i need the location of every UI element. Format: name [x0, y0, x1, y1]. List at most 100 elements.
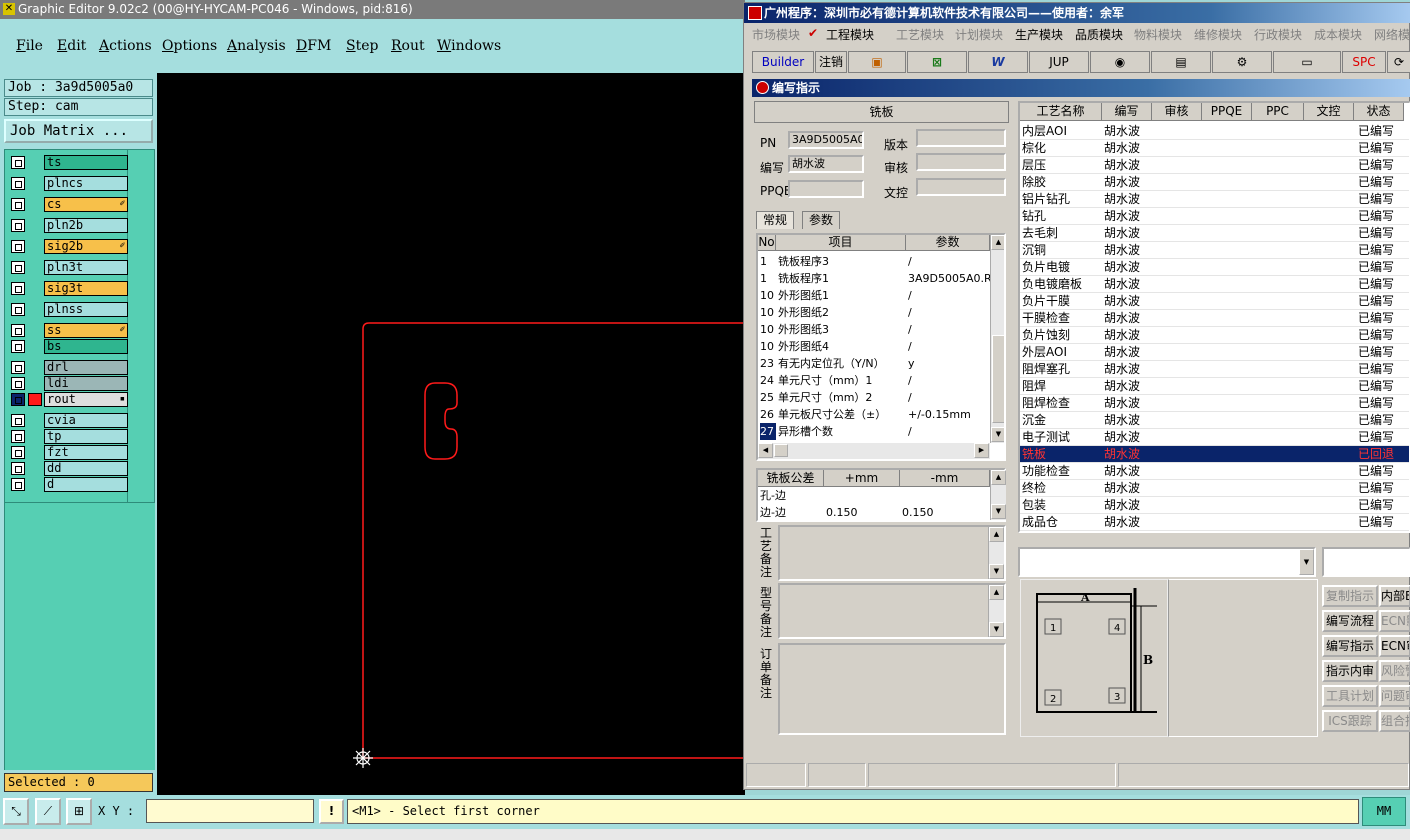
layer-checkbox[interactable] [11, 446, 25, 459]
layer-row-ss[interactable]: ss ✐ [9, 323, 128, 338]
process-row[interactable]: 包装 胡水波 已编写 [1020, 497, 1409, 514]
scroll-down-icon[interactable]: ▼ [991, 427, 1004, 442]
model-note-vscroll[interactable]: ▲ ▼ [988, 585, 1004, 637]
layer-row-pln2b[interactable]: pln2b [9, 218, 128, 233]
layer-checkbox[interactable] [11, 240, 25, 253]
layer-name[interactable]: tp [44, 429, 128, 444]
menu-edit[interactable]: Edit [57, 38, 86, 54]
layer-checkbox[interactable] [11, 377, 25, 390]
computer-button[interactable]: ▭ [1273, 51, 1341, 73]
scroll-left-icon[interactable]: ◀ [758, 443, 773, 458]
layer-name[interactable]: plncs [44, 176, 128, 191]
spc-button[interactable]: SPC [1342, 51, 1386, 73]
layer-checkbox[interactable] [11, 361, 25, 374]
layer-name[interactable]: pln2b [44, 218, 128, 233]
module-cost[interactable]: 成本模块 [1314, 26, 1362, 43]
params-row[interactable]: 10 外形图纸2 / [758, 304, 990, 321]
process-row[interactable]: 负电镀磨板 胡水波 已编写 [1020, 276, 1409, 293]
layer-name[interactable]: dd [44, 461, 128, 476]
right-combo[interactable] [1322, 547, 1410, 577]
process-row[interactable]: 层压 胡水波 已编写 [1020, 157, 1409, 174]
process-row[interactable]: 阻焊 胡水波 已编写 [1020, 378, 1409, 395]
process-row[interactable]: 负片电镀 胡水波 已编写 [1020, 259, 1409, 276]
params-row[interactable]: 24 单元尺寸（mm）1 / [758, 372, 990, 389]
params-row[interactable]: 10 外形图纸4 / [758, 338, 990, 355]
layer-name[interactable]: plnss [44, 302, 128, 317]
layer-name[interactable]: rout ▪ [44, 392, 128, 407]
params-row[interactable]: 26 单元板尺寸公差（±） +/-0.15mm [758, 406, 990, 423]
layer-name[interactable]: cs ✐ [44, 197, 128, 212]
action-button-right-2[interactable]: ECN审 [1379, 635, 1410, 657]
module-admin[interactable]: 行政模块 [1254, 26, 1302, 43]
builder-button[interactable]: Builder [752, 51, 814, 73]
layer-name[interactable]: ldi [44, 376, 128, 391]
process-row[interactable]: 外层AOI 胡水波 已编写 [1020, 344, 1409, 361]
warning-button[interactable]: ! [319, 799, 344, 824]
order-note-box[interactable] [778, 643, 1006, 735]
layer-checkbox[interactable] [11, 261, 25, 274]
layer-row-dd[interactable]: dd [9, 461, 128, 476]
model-note-scroll-down-icon[interactable]: ▼ [989, 622, 1004, 637]
params-vscroll-thumb[interactable] [992, 335, 1004, 423]
layer-checkbox[interactable] [11, 303, 25, 316]
reviewer-field[interactable] [916, 153, 1006, 171]
params-row[interactable]: 1 铣板程序1 3A9D5005A0.ROU [758, 270, 990, 287]
menu-options[interactable]: Options [162, 38, 217, 54]
layer-name[interactable]: ts [44, 155, 128, 170]
layer-name[interactable]: ss ✐ [44, 323, 128, 338]
process-note-scroll-up-icon[interactable]: ▲ [989, 527, 1004, 542]
params-row[interactable]: 25 单元尺寸（mm）2 / [758, 389, 990, 406]
layer-name[interactable]: pln3t [44, 260, 128, 275]
unit-toggle[interactable]: MM [1362, 797, 1406, 826]
jup-button[interactable]: JUP [1029, 51, 1089, 73]
docctrl-field[interactable] [916, 178, 1006, 196]
layer-row-ldi[interactable]: ldi [9, 376, 128, 391]
view-button[interactable]: ◉ [1090, 51, 1150, 73]
menu-rout[interactable]: Rout [391, 38, 425, 54]
process-row[interactable]: 负片蚀刻 胡水波 已编写 [1020, 327, 1409, 344]
chevron-down-icon[interactable]: ▼ [1299, 549, 1314, 575]
tol-vscroll[interactable]: ▲ ▼ [990, 470, 1006, 520]
params-row[interactable]: 27 异形槽个数 / [758, 423, 990, 440]
action-button-left-2[interactable]: 编写指示 [1322, 635, 1378, 657]
action-button-left-1[interactable]: 编写流程 [1322, 610, 1378, 632]
params-row[interactable]: 1 铣板程序3 / [758, 253, 990, 270]
ppqe-field[interactable] [788, 180, 864, 198]
layer-color-swatch[interactable] [28, 393, 42, 406]
tol-scroll-up-icon[interactable]: ▲ [991, 470, 1006, 485]
model-note-box[interactable]: ▲ ▼ [778, 583, 1006, 639]
scroll-right-icon[interactable]: ▶ [974, 443, 989, 458]
layer-name[interactable]: sig2b ✐ [44, 239, 128, 254]
layer-row-pln3t[interactable]: pln3t [9, 260, 128, 275]
menu-actions[interactable]: Actions [99, 38, 152, 54]
layer-name[interactable]: fzt [44, 445, 128, 460]
process-row[interactable]: 棕化 胡水波 已编写 [1020, 140, 1409, 157]
tab-params[interactable]: 参数 [802, 211, 841, 229]
layer-row-sig3t[interactable]: sig3t [9, 281, 128, 296]
process-row[interactable]: 阻焊塞孔 胡水波 已编写 [1020, 361, 1409, 378]
layer-checkbox[interactable] [11, 282, 25, 295]
action-button-right-1[interactable]: ECN影 [1379, 610, 1410, 632]
action-button-left-4[interactable]: 工具计划 [1322, 685, 1378, 707]
action-button-left-3[interactable]: 指示内审 [1322, 660, 1378, 682]
process-row[interactable]: 沉金 胡水波 已编写 [1020, 412, 1409, 429]
action-button-left-5[interactable]: ICS跟踪 [1322, 710, 1378, 732]
params-hscroll-thumb[interactable] [774, 444, 788, 457]
process-note-box[interactable]: ▲ ▼ [778, 525, 1006, 581]
layer-checkbox[interactable] [11, 430, 25, 443]
layer-row-bs[interactable]: bs [9, 339, 128, 354]
layer-row-drl[interactable]: drl [9, 360, 128, 375]
menu-step[interactable]: Step [346, 38, 378, 54]
layer-checkbox[interactable] [11, 340, 25, 353]
action-button-right-3[interactable]: 风险警 [1379, 660, 1410, 682]
refresh-button[interactable]: ⟳ [1387, 51, 1410, 73]
layer-row-d[interactable]: d [9, 477, 128, 492]
module-production[interactable]: 生产模块 [1015, 26, 1063, 43]
layer-row-rout[interactable]: rout ▪ [9, 392, 128, 407]
module-material[interactable]: 物料模块 [1134, 26, 1182, 43]
process-row[interactable]: 负片干膜 胡水波 已编写 [1020, 293, 1409, 310]
process-row[interactable]: 铣板 胡水波 已回退 [1020, 446, 1409, 463]
process-row[interactable]: 除胶 胡水波 已编写 [1020, 174, 1409, 191]
action-button-right-0[interactable]: 内部E [1379, 585, 1410, 607]
layer-checkbox[interactable] [11, 198, 25, 211]
